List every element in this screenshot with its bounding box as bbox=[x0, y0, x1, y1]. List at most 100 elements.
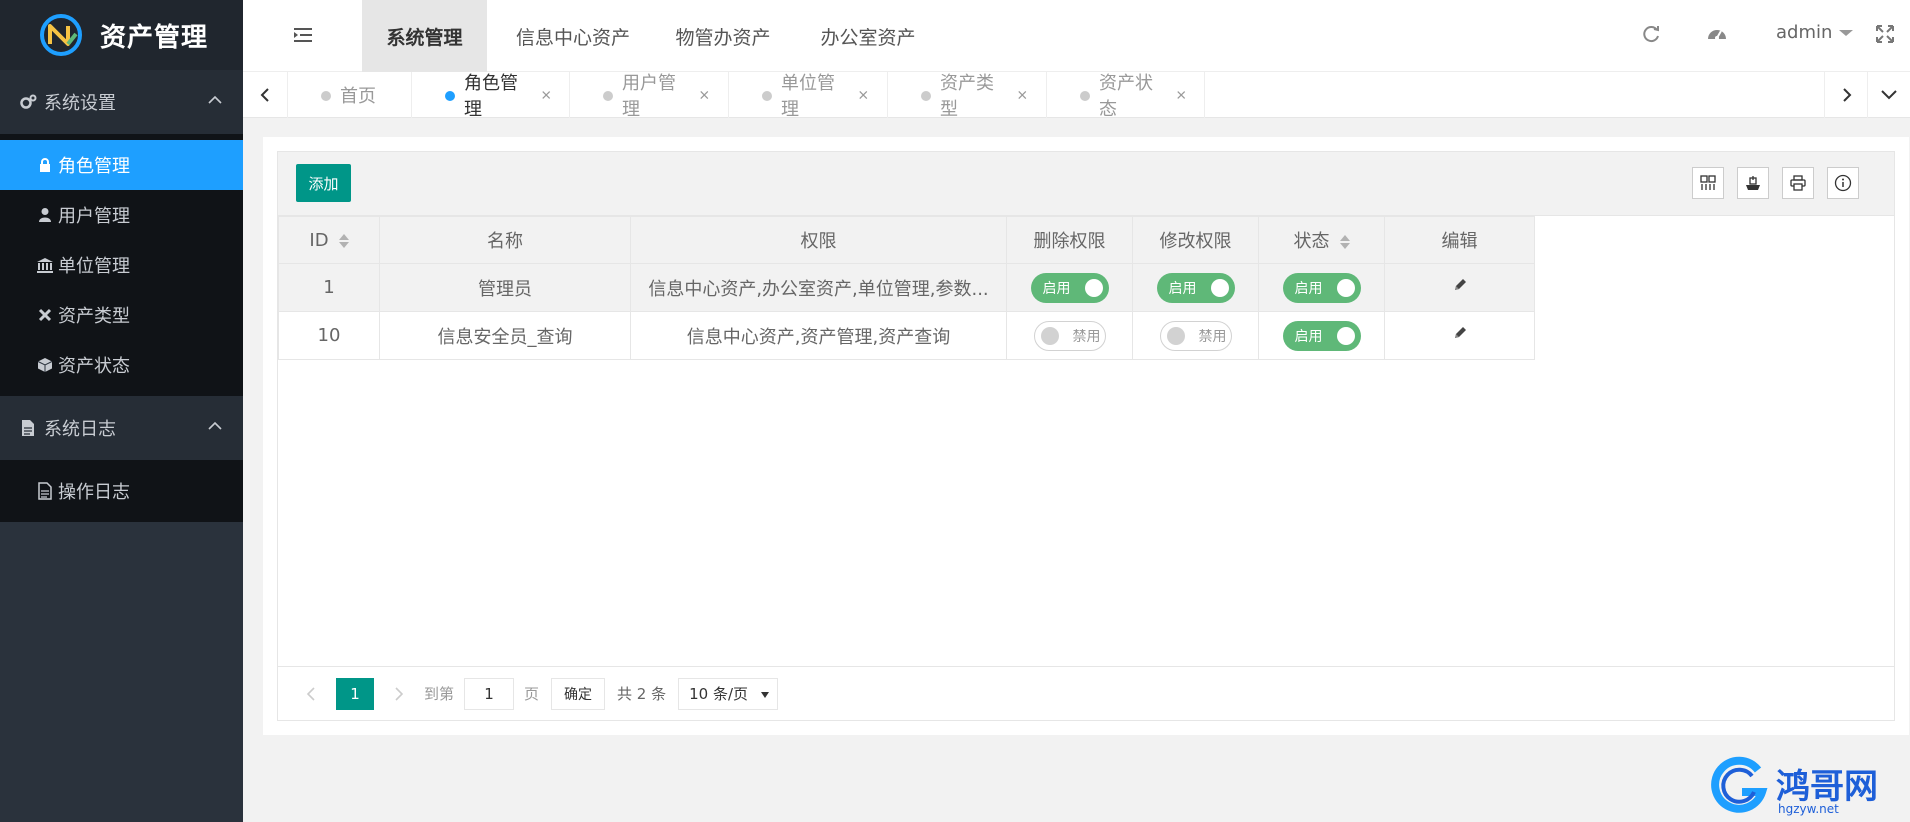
close-icon[interactable] bbox=[541, 89, 551, 101]
top-tab-info-center-assets[interactable]: 信息中心资产 bbox=[498, 0, 648, 72]
nav-group-label: 系统设置 bbox=[44, 93, 116, 114]
close-icon[interactable] bbox=[858, 89, 869, 101]
col-permission-header: 权限 bbox=[630, 216, 1007, 264]
table-row: 10 信息安全员_查询 信息中心资产,资产管理,资产查询 禁用 禁用 启用 bbox=[278, 311, 1535, 360]
columns-filter-button[interactable] bbox=[1692, 167, 1724, 199]
col-id-header[interactable]: ID bbox=[278, 216, 380, 264]
tabs-scroll-right[interactable] bbox=[1824, 72, 1869, 118]
menu-toggle-icon[interactable] bbox=[293, 26, 313, 44]
col-status-header[interactable]: 状态 bbox=[1258, 216, 1385, 264]
sidebar-item-user-management[interactable]: 用户管理 bbox=[0, 190, 243, 240]
dashboard-icon[interactable] bbox=[1706, 23, 1728, 45]
col-name-header: 名称 bbox=[379, 216, 631, 264]
add-button[interactable]: 添加 bbox=[296, 164, 351, 202]
tab-dot bbox=[603, 91, 613, 101]
chevron-up-icon bbox=[208, 421, 222, 430]
sort-icon[interactable] bbox=[1339, 234, 1350, 250]
col-label: 状态 bbox=[1293, 231, 1330, 252]
goto-confirm-button[interactable]: 确定 bbox=[551, 677, 606, 710]
cell-name: 信息安全员_查询 bbox=[379, 311, 631, 360]
chevron-right-icon bbox=[395, 686, 404, 701]
close-icon[interactable] bbox=[1176, 89, 1186, 101]
page-tab-unit-management[interactable]: 单位管理 bbox=[729, 72, 888, 120]
page-tab-role-management[interactable]: 角色管理 bbox=[412, 72, 570, 120]
page-tab-user-management[interactable]: 用户管理 bbox=[570, 72, 729, 120]
username: admin bbox=[1776, 22, 1833, 43]
current-page[interactable]: 1 bbox=[336, 677, 374, 710]
page-size-select[interactable]: 10 条/页 bbox=[678, 677, 779, 710]
sort-icon[interactable] bbox=[338, 233, 349, 249]
cell-modify-permission: 启用 bbox=[1132, 263, 1259, 312]
sidebar-item-role-management[interactable]: 角色管理 bbox=[0, 140, 243, 190]
sidebar-item-unit-management[interactable]: 单位管理 bbox=[0, 240, 243, 290]
prev-page-button[interactable] bbox=[296, 679, 326, 709]
status-switch[interactable]: 启用 bbox=[1282, 320, 1361, 351]
table-toolbar: 添加 bbox=[278, 152, 1894, 216]
top-tab-property-office-assets[interactable]: 物管办资产 bbox=[648, 0, 798, 72]
nav-sub-system-settings: 角色管理 用户管理 单位管理 资产类型 资产状态 bbox=[0, 134, 243, 396]
cell-delete-permission: 启用 bbox=[1006, 263, 1133, 312]
tabs-scroll-left[interactable] bbox=[243, 72, 288, 118]
chevron-up-icon bbox=[208, 95, 222, 104]
cube-icon bbox=[36, 356, 54, 374]
user-icon bbox=[36, 206, 54, 224]
tabs-dropdown[interactable] bbox=[1867, 72, 1910, 118]
pagination: 1 到第 页 确定 共 2 条 10 条/页 bbox=[278, 666, 1894, 720]
export-button[interactable] bbox=[1737, 167, 1769, 199]
nav-group-system-log[interactable]: 系统日志 bbox=[0, 396, 243, 460]
sidebar-item-asset-type[interactable]: 资产类型 bbox=[0, 290, 243, 340]
page-tab-label: 单位管理 bbox=[781, 73, 835, 120]
fullscreen-icon[interactable] bbox=[1874, 23, 1896, 45]
delete-permission-switch[interactable]: 启用 bbox=[1030, 272, 1109, 303]
sidebar-item-label: 操作日志 bbox=[58, 482, 130, 503]
col-delete-permission-header: 删除权限 bbox=[1006, 216, 1133, 264]
top-tab-system-management[interactable]: 系统管理 bbox=[362, 0, 487, 72]
sidebar-item-label: 角色管理 bbox=[58, 156, 130, 177]
cell-edit bbox=[1384, 263, 1535, 312]
chevron-right-icon bbox=[1843, 88, 1852, 102]
sidebar: 资产管理 系统设置 角色管理 用户管理 单位管理 资产类型 资产状态 系统日志 … bbox=[0, 0, 243, 822]
sidebar-item-operation-log[interactable]: 操作日志 bbox=[0, 466, 243, 516]
caret-down-icon bbox=[1839, 29, 1854, 36]
watermark: 鸿哥网 hgzyw.net bbox=[1708, 752, 1908, 822]
delete-permission-switch[interactable]: 禁用 bbox=[1033, 320, 1106, 351]
col-edit-header: 编辑 bbox=[1384, 216, 1535, 264]
info-button[interactable] bbox=[1827, 167, 1859, 199]
logo[interactable]: 资产管理 bbox=[0, 0, 243, 70]
next-page-button[interactable] bbox=[384, 679, 414, 709]
pencil-icon[interactable] bbox=[1452, 277, 1468, 293]
export-icon bbox=[1746, 176, 1760, 190]
user-menu[interactable]: admin bbox=[1776, 22, 1854, 43]
cell-status: 启用 bbox=[1258, 263, 1385, 312]
page-tab-asset-status[interactable]: 资产状态 bbox=[1047, 72, 1205, 120]
gears-icon bbox=[18, 92, 38, 112]
page-label: 页 bbox=[524, 685, 540, 703]
top-header: 系统管理 信息中心资产 物管办资产 办公室资产 admin bbox=[243, 0, 1910, 72]
nav-group-label: 系统日志 bbox=[44, 419, 116, 440]
nav-group-system-settings[interactable]: 系统设置 bbox=[0, 70, 243, 134]
pencil-icon[interactable] bbox=[1452, 325, 1468, 341]
file-text-icon bbox=[36, 482, 54, 500]
sidebar-item-asset-status[interactable]: 资产状态 bbox=[0, 340, 243, 390]
watermark-logo-icon bbox=[1711, 756, 1768, 813]
top-tab-office-assets[interactable]: 办公室资产 bbox=[793, 0, 943, 72]
role-table-panel: 添加 ID 名称 权限 删除权限 修改权限 状态 编辑 1 管理员 信息中心资产… bbox=[277, 151, 1895, 721]
logo-icon bbox=[40, 14, 82, 56]
cell-permission: 信息中心资产,资产管理,资产查询 bbox=[630, 311, 1007, 360]
modify-permission-switch[interactable]: 启用 bbox=[1156, 272, 1235, 303]
sidebar-item-label: 资产状态 bbox=[58, 356, 130, 377]
content-card: 添加 ID 名称 权限 删除权限 修改权限 状态 编辑 1 管理员 信息中心资产… bbox=[263, 137, 1909, 735]
goto-page-input[interactable] bbox=[464, 677, 515, 710]
modify-permission-switch[interactable]: 禁用 bbox=[1159, 320, 1232, 351]
page-tab-asset-type[interactable]: 资产类型 bbox=[888, 72, 1047, 120]
page-tab-home[interactable]: 首页 bbox=[288, 72, 412, 118]
refresh-icon[interactable] bbox=[1640, 23, 1662, 45]
col-label: ID bbox=[309, 229, 329, 251]
close-icon[interactable] bbox=[699, 89, 710, 101]
print-button[interactable] bbox=[1782, 167, 1814, 199]
sidebar-item-label: 用户管理 bbox=[58, 206, 130, 227]
close-icon[interactable] bbox=[1017, 89, 1028, 101]
chevron-left-icon bbox=[306, 686, 315, 701]
status-switch[interactable]: 启用 bbox=[1282, 272, 1361, 303]
page-tab-label: 角色管理 bbox=[464, 73, 518, 120]
